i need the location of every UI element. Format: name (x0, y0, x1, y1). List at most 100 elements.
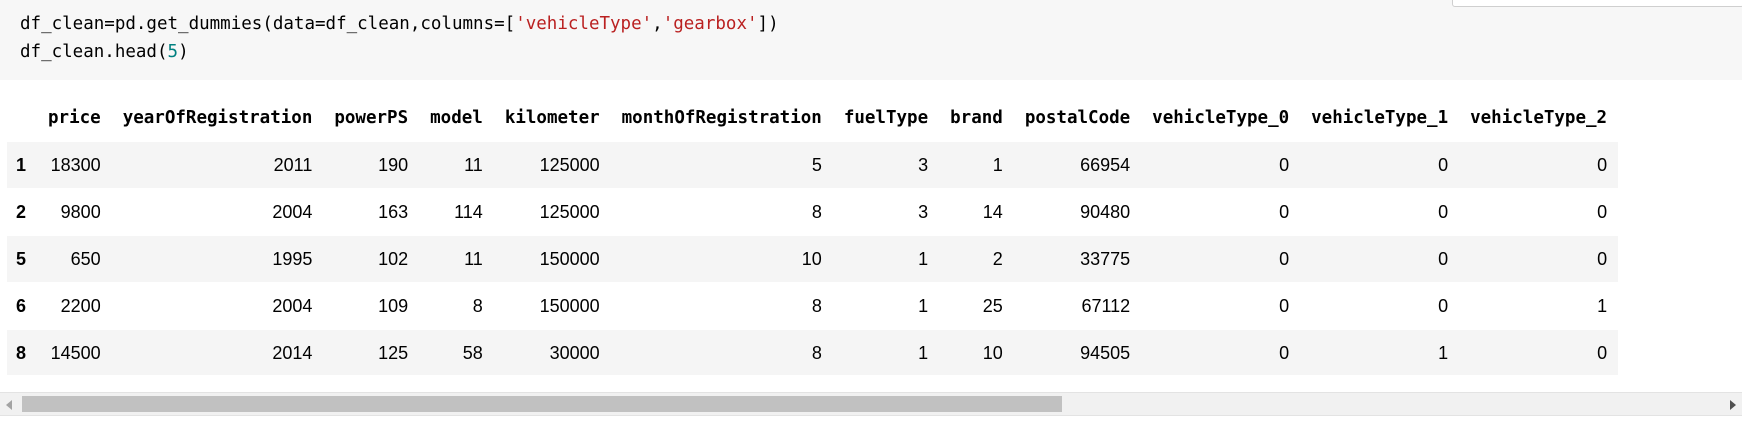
code-line-1: df_clean=pd.get_dummies(data=df_clean,co… (20, 14, 779, 34)
table-cell: 150000 (539, 248, 600, 269)
divider (0, 418, 1742, 431)
table-cell: 0 (1279, 342, 1290, 363)
table-cell: 2 (992, 248, 1003, 269)
code-text: , (652, 14, 663, 34)
output-area: price yearOfRegistration powerPS model k… (7, 95, 1742, 375)
scroll-left-icon[interactable] (6, 400, 12, 410)
column-header: postalCode (1024, 108, 1131, 128)
column-header: vehicleType_0 (1152, 108, 1290, 128)
table-cell: 0 (1438, 154, 1449, 175)
table-cell: 1 (918, 248, 929, 269)
code-text: ]) (757, 14, 779, 34)
table-cell: 0 (1438, 295, 1449, 316)
table-cell: 10 (801, 248, 822, 269)
column-header: fuelType (843, 108, 929, 128)
table-cell: 125000 (539, 154, 600, 175)
table-cell: 8 (811, 201, 822, 222)
table-cell: 3 (918, 154, 929, 175)
column-header: vehicleType_2 (1470, 108, 1608, 128)
table-cell: 2200 (60, 295, 101, 316)
table-cell: 1995 (272, 248, 313, 269)
cell-toolbar[interactable] (1452, 0, 1742, 7)
row-index: 1 (16, 154, 27, 175)
table-cell: 9800 (60, 201, 101, 222)
table-cell: 8 (472, 295, 483, 316)
code-text: ) (178, 42, 189, 62)
code-string: 'vehicleType' (515, 14, 653, 34)
scrollbar-thumb[interactable] (22, 396, 1062, 412)
table-cell: 2014 (272, 342, 313, 363)
table-cell: 58 (462, 342, 483, 363)
code-string: 'gearbox' (662, 14, 758, 34)
code-text: df_clean.head( (20, 42, 168, 62)
table-cell: 8 (811, 342, 822, 363)
table-cell: 0 (1597, 342, 1608, 363)
table-cell: 66954 (1080, 154, 1131, 175)
table-cell: 0 (1438, 248, 1449, 269)
code-line-2: df_clean.head(5) (20, 42, 189, 62)
column-header: price (48, 108, 101, 128)
table-row: 2 9800 2004 163 114 125000 8 3 14 90480 0 0 0 (7, 188, 1619, 236)
table-cell: 8 (811, 295, 822, 316)
table-cell: 11 (464, 248, 483, 269)
table-cell: 2011 (273, 154, 313, 175)
table-cell: 2004 (272, 295, 313, 316)
table-cell: 10 (982, 342, 1003, 363)
row-index: 8 (16, 342, 27, 363)
table-cell: 125000 (539, 201, 600, 222)
table-cell: 650 (70, 248, 101, 269)
table-cell: 30000 (549, 342, 600, 363)
column-header: model (430, 108, 483, 128)
table-cell: 1 (918, 295, 929, 316)
table-cell: 190 (378, 154, 409, 175)
table-cell: 1 (992, 154, 1003, 175)
table-cell: 25 (982, 295, 1003, 316)
table-cell: 125 (378, 342, 409, 363)
code-number: 5 (167, 42, 179, 62)
code-cell[interactable]: df_clean=pd.get_dummies(data=df_clean,co… (0, 0, 1742, 80)
table-cell: 94505 (1080, 342, 1131, 363)
table-cell: 0 (1597, 154, 1608, 175)
table-cell: 2004 (272, 201, 313, 222)
table-cell: 0 (1597, 201, 1608, 222)
column-header: monthOfRegistration (621, 108, 822, 128)
table-cell: 109 (378, 295, 409, 316)
horizontal-scrollbar[interactable] (0, 392, 1742, 416)
column-header: powerPS (334, 108, 409, 128)
table-row: 1 18300 2011 190 11 125000 5 3 1 66954 0 0 0 (7, 141, 1619, 189)
table-cell: 114 (454, 201, 483, 222)
table-row: 5 650 1995 102 11 150000 10 1 2 33775 0 0 0 (7, 235, 1619, 283)
column-header: brand (950, 108, 1003, 128)
table-cell: 18300 (50, 154, 101, 175)
index-header (7, 95, 37, 142)
table-cell: 90480 (1080, 201, 1131, 222)
table-cell: 0 (1279, 248, 1290, 269)
table-cell: 0 (1438, 201, 1449, 222)
table-header-row: price yearOfRegistration powerPS model k… (7, 95, 1618, 142)
code-text: df_clean=pd.get_dummies(data=df_clean,co… (20, 14, 516, 34)
table-cell: 14 (982, 201, 1003, 222)
table-cell: 0 (1597, 248, 1608, 269)
table-cell: 5 (811, 154, 822, 175)
table-cell: 14500 (50, 342, 101, 363)
table-cell: 0 (1279, 154, 1290, 175)
row-index: 2 (16, 201, 27, 222)
table-cell: 1 (1438, 342, 1449, 363)
table-row: 6 2200 2004 109 8 150000 8 1 25 67112 0 0 1 (7, 282, 1619, 330)
row-index: 5 (16, 248, 27, 269)
column-header: kilometer (504, 108, 600, 128)
table-cell: 163 (378, 201, 409, 222)
table-cell: 67112 (1081, 295, 1131, 316)
table-cell: 3 (918, 201, 929, 222)
table-cell: 1 (1597, 295, 1608, 316)
row-index: 6 (16, 295, 27, 316)
table-cell: 33775 (1080, 248, 1131, 269)
table-cell: 11 (464, 154, 483, 175)
scroll-right-icon[interactable] (1730, 400, 1736, 410)
table-cell: 0 (1279, 201, 1290, 222)
table-cell: 0 (1279, 295, 1290, 316)
column-header: yearOfRegistration (122, 108, 313, 128)
column-header: vehicleType_1 (1311, 108, 1449, 128)
table-row: 8 14500 2014 125 58 30000 8 1 10 94505 0 1 0 (7, 329, 1619, 375)
table-cell: 150000 (539, 295, 600, 316)
